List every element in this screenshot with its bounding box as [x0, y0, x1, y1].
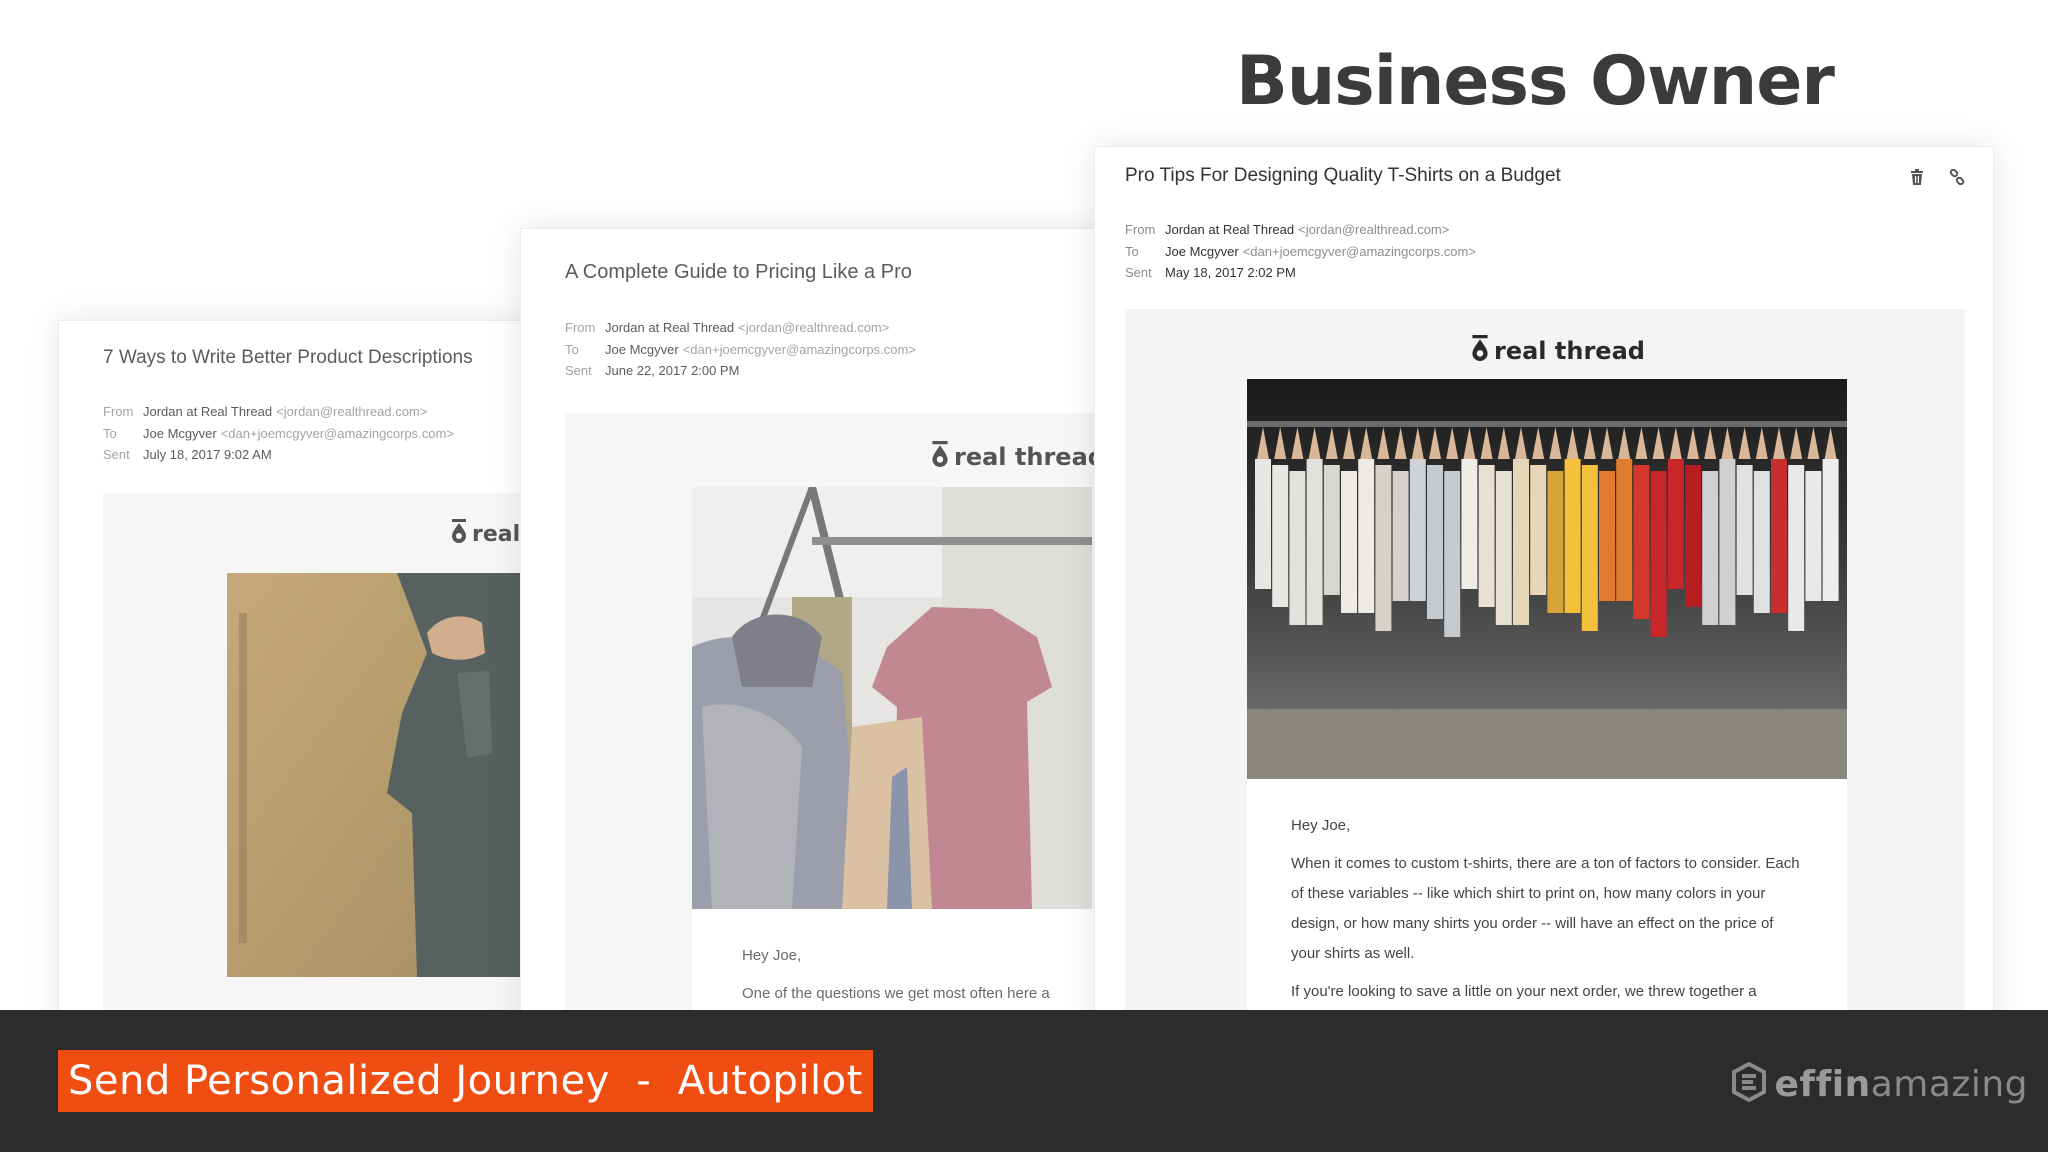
hanging-shirt	[1788, 465, 1805, 631]
hanging-shirt	[1289, 471, 1306, 625]
hanging-shirt	[1564, 459, 1581, 613]
hanging-shirt	[1495, 471, 1512, 625]
hanging-shirt	[1547, 471, 1564, 613]
trash-icon[interactable]	[1907, 167, 1927, 187]
hanging-shirt	[1805, 471, 1822, 601]
hanging-shirt	[1685, 465, 1701, 607]
hanging-shirt	[1702, 471, 1719, 625]
email-text: Hey Joe, When it comes to custom t-shirt…	[1247, 779, 1847, 1010]
hanging-shirt	[1409, 459, 1426, 601]
title-banner: Send Personalized Journey - Autopilot	[58, 1050, 873, 1112]
hanging-shirt	[1650, 471, 1667, 637]
hanging-shirt	[1323, 465, 1340, 595]
email-subject: A Complete Guide to Pricing Like a Pro	[565, 261, 912, 283]
brand-logo: real thread	[931, 441, 1105, 473]
drop-icon	[1471, 335, 1489, 367]
hanging-shirt	[1444, 471, 1461, 637]
hanging-shirt	[1771, 459, 1787, 613]
clothing-rack-photo	[692, 487, 1092, 909]
brand-logo: real thread	[1471, 335, 1645, 367]
hanging-shirt	[1513, 459, 1529, 625]
hex-logo-icon	[1731, 1061, 1767, 1107]
email-body: real thread	[565, 413, 1179, 1010]
drop-icon	[451, 519, 467, 549]
email-subject: 7 Ways to Write Better Product Descripti…	[103, 347, 473, 368]
hanging-shirt	[1736, 465, 1753, 595]
hanging-shirt	[1427, 465, 1443, 619]
tshirt-photo	[227, 573, 527, 977]
hanging-shirt	[1753, 471, 1770, 613]
hanging-shirt	[1530, 465, 1547, 595]
email-subject: Pro Tips For Designing Quality T-Shirts …	[1125, 165, 1561, 186]
effinamazing-logo: effinamazing	[1731, 1061, 2028, 1107]
hanging-shirt	[1633, 465, 1650, 619]
hanging-shirt	[1719, 459, 1736, 625]
bottom-bar: Send Personalized Journey - Autopilot ef…	[0, 1010, 2048, 1152]
hanging-shirt	[1822, 459, 1839, 601]
hanging-shirt	[1306, 459, 1323, 625]
hanging-shirt	[1375, 465, 1392, 631]
email-card-2[interactable]: A Complete Guide to Pricing Like a Pro F…	[520, 228, 1180, 1010]
hanging-shirt	[1667, 459, 1684, 589]
headline: Business Owner	[1236, 42, 1835, 121]
link-icon[interactable]	[1947, 167, 1967, 187]
email-body: real thread Hey Joe, When it comes to cu…	[1125, 309, 1965, 1010]
hanging-shirt	[1478, 465, 1495, 607]
hanging-shirt	[1341, 471, 1357, 613]
email-meta: From Jordan at Real Thread <jordan@realthr…	[1125, 222, 1476, 280]
hanging-shirt	[1272, 465, 1289, 607]
hanging-shirt	[1616, 459, 1633, 601]
hanging-shirt	[1392, 471, 1409, 601]
email-card-3[interactable]: Pro Tips For Designing Quality T-Shirts …	[1094, 146, 1994, 1010]
hanging-shirt	[1461, 459, 1478, 589]
slide-stage: Business Owner 7 Ways to Write Better Pr…	[0, 0, 2048, 1010]
hanging-shirt	[1599, 471, 1615, 601]
email-card-1[interactable]: 7 Ways to Write Better Product Descripti…	[58, 320, 558, 1010]
hanging-shirt	[1358, 459, 1375, 613]
email-meta: From Jordan at Real Thread <jordan@realthr…	[103, 404, 454, 462]
hanging-shirt	[1581, 465, 1598, 631]
drop-icon	[931, 441, 949, 473]
hanging-shirt	[1255, 459, 1271, 589]
email-body: real thread	[103, 493, 557, 1010]
shirt-rack-photo	[1247, 379, 1847, 779]
email-meta: From Jordan at Real Thread <jordan@realthr…	[565, 320, 916, 378]
